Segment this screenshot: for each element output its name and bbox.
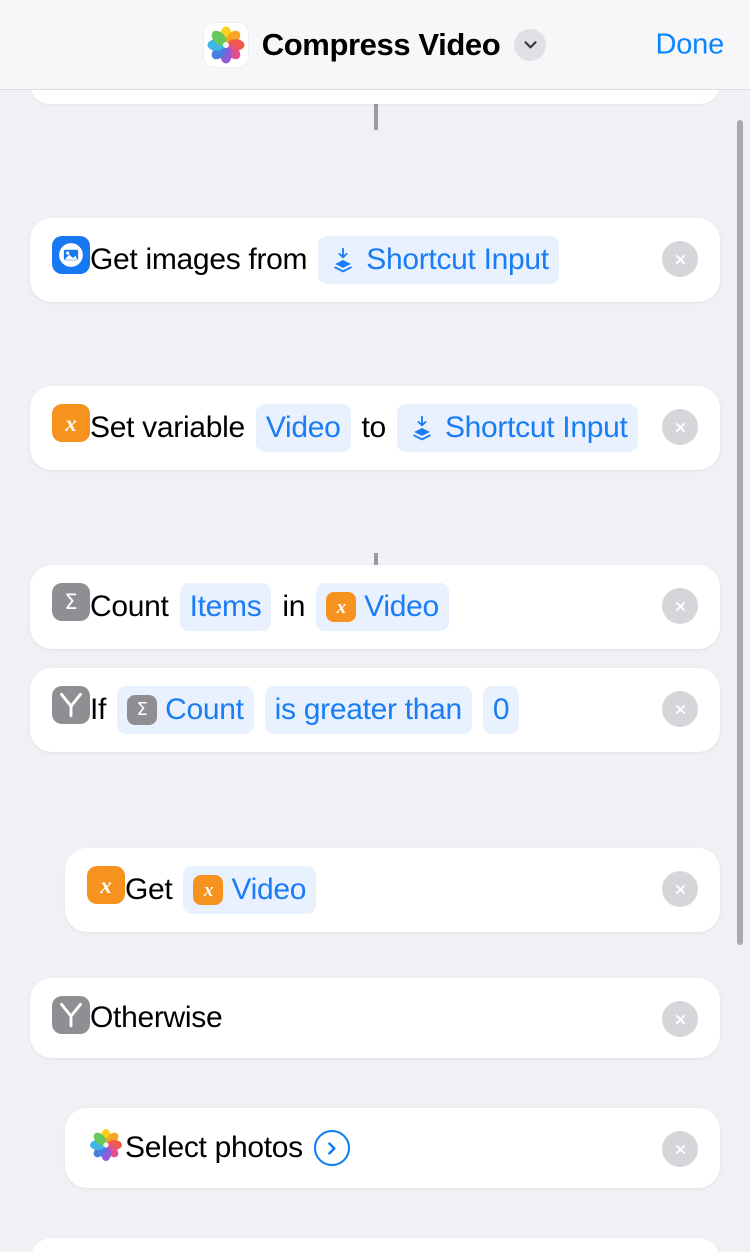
action-label: Get (125, 873, 173, 906)
action-card-select-photos[interactable]: Select photos (65, 1108, 720, 1188)
action-card-set-variable-video[interactable]: x Set variable Video to Shortcut Input (30, 386, 720, 470)
page-title: Compress Video (261, 26, 501, 62)
parameter-token[interactable]: Shortcut Input (396, 404, 638, 452)
action-label: to (361, 411, 387, 444)
token-label: Video (265, 411, 341, 444)
parameter-token[interactable]: Items (179, 583, 272, 631)
token-label: Video (364, 590, 439, 623)
connector-line (374, 104, 378, 130)
branch-icon (52, 996, 90, 1034)
token-label: Count (165, 693, 244, 726)
photos-icon (203, 22, 248, 67)
action-label: Set variable (90, 411, 245, 444)
action-content: Set variable Video to Shortcut Input (90, 404, 698, 452)
delete-action-button[interactable] (662, 241, 698, 277)
done-button[interactable]: Done (655, 28, 724, 61)
chevron-right-icon[interactable] (313, 1130, 350, 1166)
action-card-otherwise[interactable]: Otherwise (30, 978, 720, 1058)
vertical-scrollbar[interactable] (735, 90, 745, 1252)
scrollbar-thumb[interactable] (737, 120, 743, 945)
action-label: Select photos (125, 1131, 303, 1164)
delete-action-button[interactable] (662, 871, 698, 907)
parameter-token[interactable]: is greater than (264, 686, 472, 734)
action-content: Select photos (125, 1126, 698, 1170)
partial-action-card-above[interactable] (30, 90, 720, 104)
token-label: is greater than (274, 693, 463, 726)
action-content: If Σ Count is greater than 0 (90, 686, 698, 734)
token-label: 0 (492, 693, 510, 726)
token-label: Items (189, 590, 262, 623)
variable-icon: x (193, 875, 224, 905)
token-label: Shortcut Input (444, 411, 628, 444)
action-content: Count Items in x Video (90, 583, 698, 631)
variable-icon: x (326, 592, 357, 622)
action-card-if-count-greater-than-zero[interactable]: If Σ Count is greater than 0 (30, 668, 720, 752)
action-label: in (282, 590, 306, 623)
parameter-token[interactable]: Σ Count (117, 686, 254, 734)
shortcut-input-icon (328, 245, 358, 275)
delete-action-button[interactable] (662, 1001, 698, 1037)
sigma-count-icon: Σ (127, 695, 158, 725)
token-label: Shortcut Input (366, 243, 549, 276)
delete-action-button[interactable] (662, 1131, 698, 1167)
action-card-get-video[interactable]: x Get x Video (65, 848, 720, 932)
action-label: Otherwise (90, 1001, 223, 1034)
action-card-count-items-in-video[interactable]: Σ Count Items in x Video (30, 565, 720, 649)
header-title-group: Compress Video (203, 22, 547, 67)
parameter-token[interactable]: Shortcut Input (318, 236, 559, 284)
action-label: If (90, 693, 107, 726)
parameter-token[interactable]: 0 (482, 686, 520, 734)
action-label: Count (90, 590, 169, 623)
photo-library-icon (52, 236, 90, 274)
app-header: Compress Video Done (0, 0, 750, 90)
delete-action-button[interactable] (662, 691, 698, 727)
variable-icon: x (87, 866, 125, 904)
photos-icon (87, 1126, 125, 1164)
action-card-end-if[interactable]: End If (30, 1238, 720, 1252)
delete-action-button[interactable] (662, 588, 698, 624)
parameter-token[interactable]: x Video (316, 583, 449, 631)
branch-icon (52, 686, 90, 724)
variable-icon: x (52, 404, 90, 442)
action-card-get-images-from[interactable]: Get images from Shortcut Input (30, 218, 720, 302)
shortcut-input-icon (407, 413, 437, 443)
token-label: Video (231, 873, 307, 906)
action-content: Otherwise (90, 996, 698, 1040)
chevron-down-icon[interactable] (514, 28, 547, 61)
parameter-token[interactable]: Video (255, 404, 351, 452)
delete-action-button[interactable] (662, 409, 698, 445)
sigma-count-icon: Σ (52, 583, 90, 621)
action-label: Get images from (90, 243, 308, 276)
action-content: Get x Video (125, 866, 698, 914)
action-content: Get images from Shortcut Input (90, 236, 698, 284)
actions-scroll-area[interactable]: Get images from Shortcut Input x Set variab… (0, 90, 750, 1252)
parameter-token[interactable]: x Video (183, 866, 317, 914)
